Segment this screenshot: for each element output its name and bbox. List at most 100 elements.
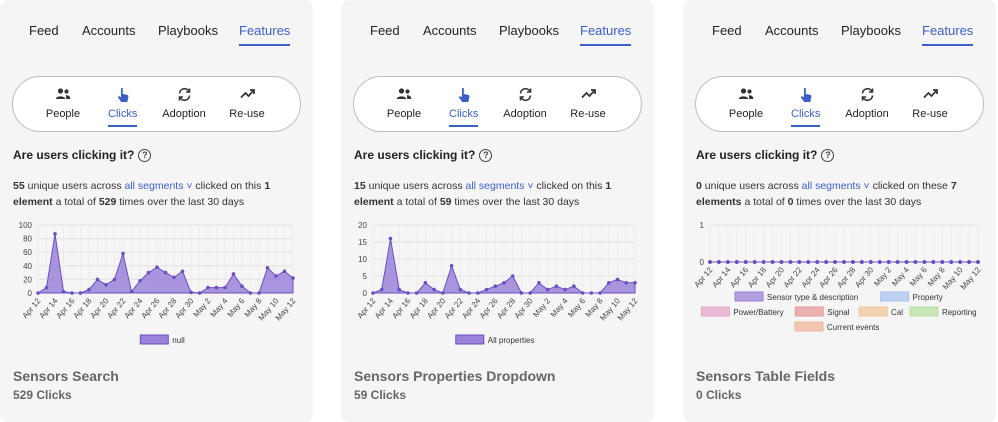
y-tick-label: 5 [363,272,368,281]
nav-tab-playbooks[interactable]: Playbooks [158,22,218,46]
top-nav: Feed Accounts Playbooks Features [683,22,996,48]
active-tab-indicator [449,125,478,127]
y-tick-label: 15 [358,238,367,247]
nav-tab-playbooks[interactable]: Playbooks [499,22,559,46]
metric-tab-group: People Clicks Adoption Re-use [353,76,642,132]
sub-tab-label: Adoption [503,108,547,120]
nav-tab-accounts[interactable]: Accounts [82,22,135,46]
sub-tab-adoption[interactable]: Adoption [161,87,207,127]
legend-label: Sensor type & description [767,293,858,302]
sub-tab-clicks[interactable]: Clicks [449,87,478,127]
nav-tab-features[interactable]: Features [580,22,632,46]
feature-title: Sensors Table Fields [696,368,836,384]
sub-tab-label: Adoption [162,108,206,120]
nav-tab-features[interactable]: Features [239,22,291,46]
x-tick-label: May 4 [890,265,911,288]
data-point [397,287,401,292]
sub-tab-label: Re-use [229,108,265,120]
chevron-down-icon: ˅ [183,180,193,192]
legend-label: null [172,336,185,345]
y-tick-label: 80 [23,235,32,244]
data-point [949,260,953,264]
data-point [53,232,57,236]
data-point [958,260,962,264]
sub-tab-label: Adoption [845,108,889,120]
data-point [146,270,151,275]
element-count: 1 [264,180,271,192]
data-point [940,260,945,264]
data-point [87,287,91,292]
click-count: 0 Clicks [696,388,742,402]
data-point [206,285,210,290]
nav-tab-feed[interactable]: Feed [29,22,59,46]
data-point [537,281,541,285]
x-tick-label: May 2 [872,265,893,288]
active-tab-indicator [791,125,820,127]
sub-tab-label: People [728,108,764,120]
data-point [726,260,730,264]
data-point [615,277,620,282]
legend-swatch [794,306,824,317]
sub-tab-clicks[interactable]: Clicks [108,87,137,127]
data-point [761,260,766,264]
sub-tab-adoption[interactable]: Adoption [502,87,548,127]
metric-tab-group: People Clicks Adoption Re-use [12,76,301,132]
data-point [291,276,295,280]
data-point [414,291,419,295]
x-tick-label: May 4 [209,296,230,319]
data-point [214,285,219,290]
nav-tab-accounts[interactable]: Accounts [765,22,818,46]
segments-dropdown[interactable]: all segments ˅ [802,180,870,192]
data-point [282,269,287,274]
summary-text: clicked on this [533,180,606,192]
data-point [248,291,253,295]
data-point [976,260,980,264]
y-tick-label: 0 [28,289,33,298]
sub-tab-clicks[interactable]: Clicks [791,87,820,127]
people-icon [43,87,83,103]
y-tick-label: 10 [358,255,367,264]
sub-tab-people[interactable]: People [726,87,766,127]
data-point [913,260,918,264]
sub-tab-label: Clicks [449,108,479,120]
data-point [545,287,550,292]
element-unit: elements [696,196,742,208]
data-point [129,289,134,294]
help-icon[interactable]: ? [479,148,493,162]
refresh-icon [502,87,548,103]
data-point [257,291,261,295]
sub-tab-reuse[interactable]: Re-use [570,87,606,127]
data-point [388,236,393,241]
x-tick-label: May 4 [549,296,570,319]
nav-tab-feed[interactable]: Feed [712,22,742,46]
data-point [240,284,244,288]
feature-card: Feed Accounts Playbooks Features People … [0,0,313,422]
sub-tab-label: Clicks [791,108,821,120]
click-total: 529 [98,196,117,208]
sub-tab-people[interactable]: People [384,87,424,127]
summary-text: unique users across [365,180,466,192]
usage-summary: 55 unique users across all segments ˅ cl… [13,178,305,210]
segments-dropdown[interactable]: all segments ˅ [125,180,193,192]
nav-tab-features[interactable]: Features [922,22,974,46]
nav-tab-accounts[interactable]: Accounts [423,22,476,46]
data-point [484,287,489,292]
data-point [851,260,855,264]
sub-tab-reuse[interactable]: Re-use [229,87,265,127]
segments-dropdown[interactable]: all segments ˅ [466,180,534,192]
legend-swatch [909,306,939,317]
trending-up-icon [570,87,606,103]
sub-tab-people[interactable]: People [43,87,83,127]
data-point [833,260,837,264]
nav-tab-playbooks[interactable]: Playbooks [841,22,901,46]
data-point [371,291,375,295]
nav-tab-feed[interactable]: Feed [370,22,400,46]
help-icon[interactable]: ? [821,148,835,162]
data-point [70,291,74,295]
legend-label: Signal [827,308,849,317]
help-icon[interactable]: ? [138,148,152,162]
sub-tab-reuse[interactable]: Re-use [912,87,948,127]
data-point [231,272,236,276]
legend-swatch [794,321,824,332]
sub-tab-adoption[interactable]: Adoption [844,87,890,127]
